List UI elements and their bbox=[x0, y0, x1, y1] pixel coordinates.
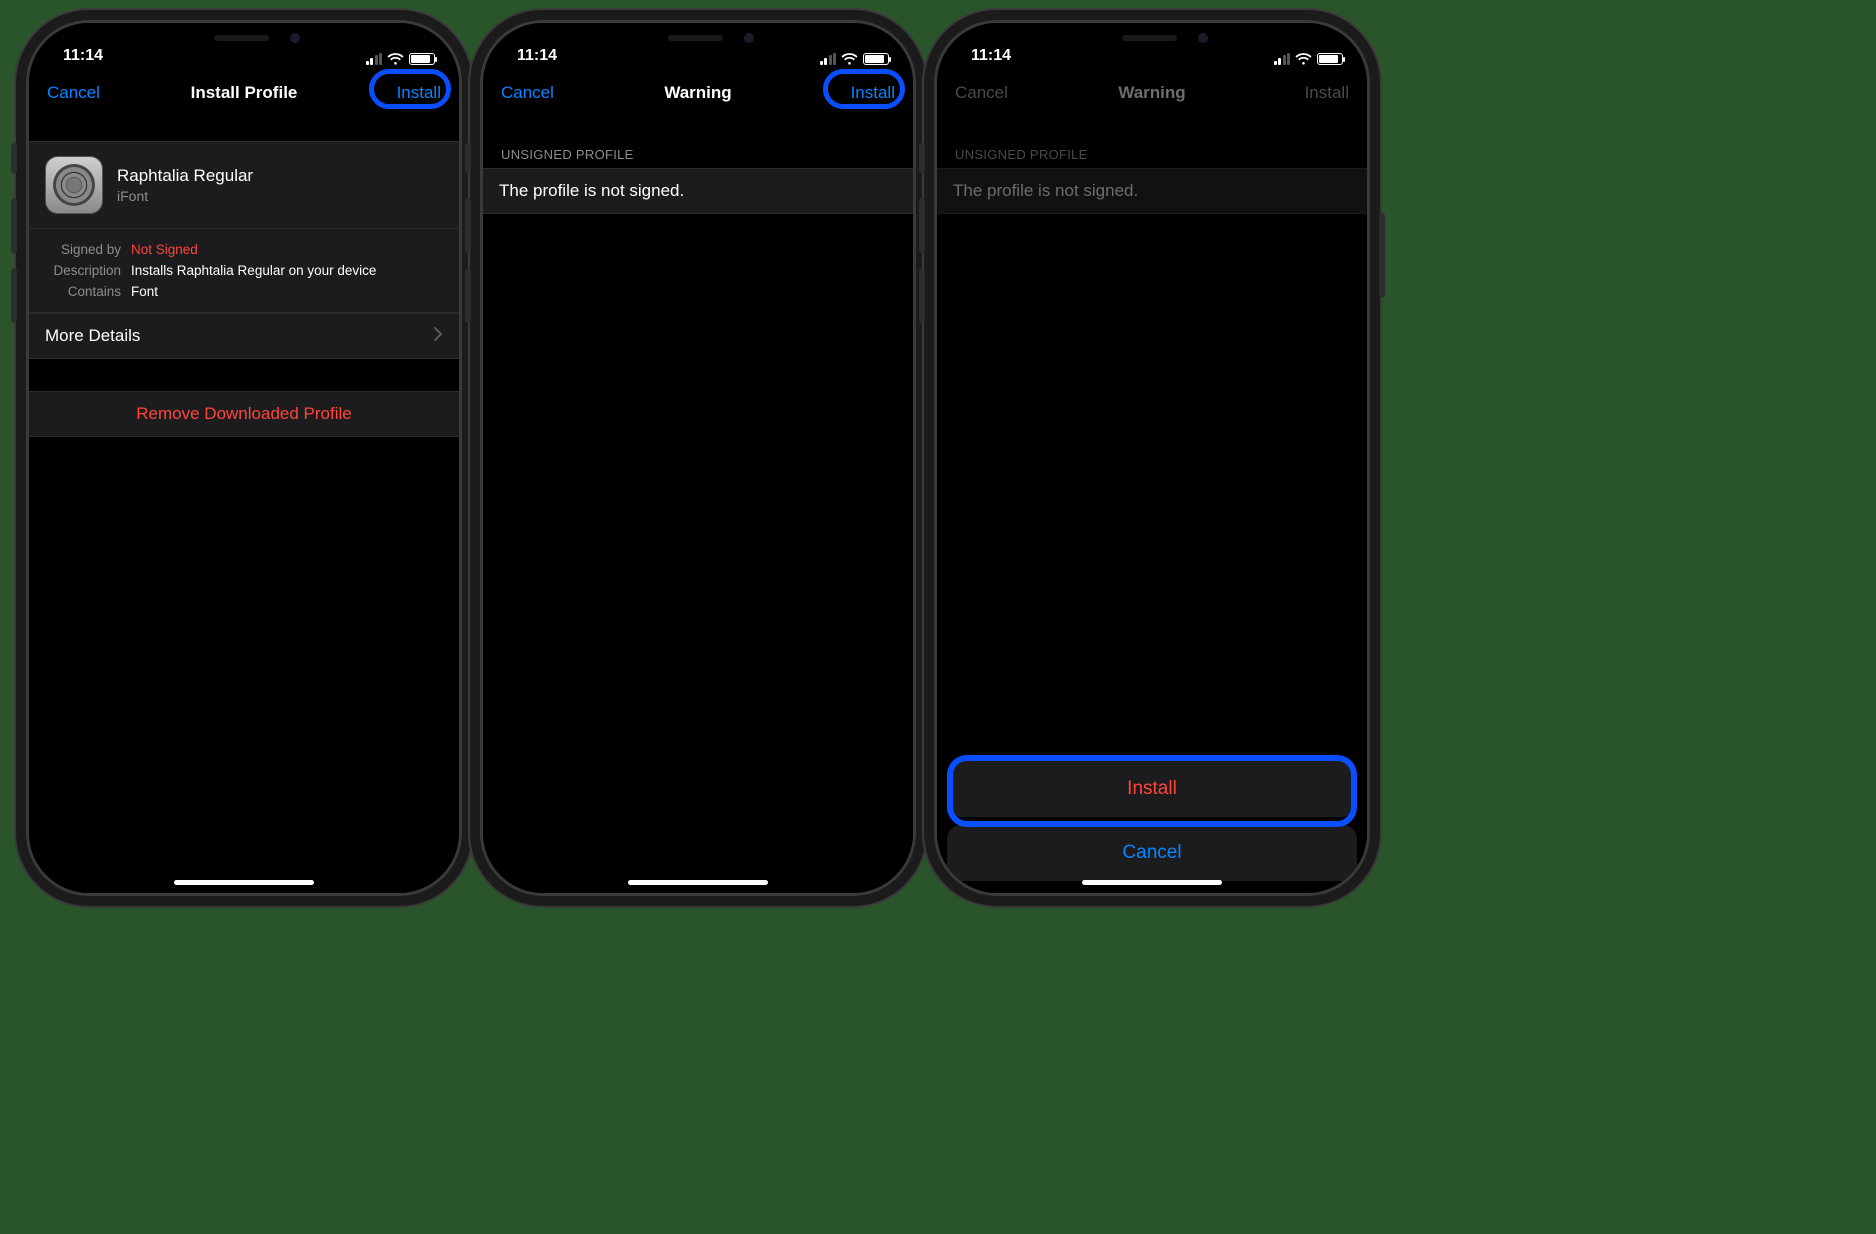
wifi-icon bbox=[841, 53, 858, 65]
contains-value: Font bbox=[131, 284, 158, 299]
home-indicator[interactable] bbox=[628, 880, 768, 885]
install-button: Install bbox=[1279, 83, 1349, 103]
cellular-icon bbox=[1274, 53, 1291, 65]
volume-down-button[interactable] bbox=[11, 268, 17, 323]
volume-up-button[interactable] bbox=[465, 198, 471, 253]
phone-frame-1: 11:14 Cancel Install Profile Install Rap… bbox=[29, 23, 459, 893]
cellular-icon bbox=[820, 53, 837, 65]
nav-bar: Cancel Warning Install bbox=[937, 67, 1367, 119]
contains-label: Contains bbox=[45, 284, 131, 299]
section-header: UNSIGNED PROFILE bbox=[937, 129, 1367, 168]
cellular-icon bbox=[366, 53, 383, 65]
power-button[interactable] bbox=[471, 213, 477, 298]
chevron-right-icon bbox=[434, 326, 443, 346]
status-time: 11:14 bbox=[507, 47, 567, 65]
notch bbox=[144, 23, 344, 53]
section-header: UNSIGNED PROFILE bbox=[483, 129, 913, 168]
signed-by-value: Not Signed bbox=[131, 242, 198, 257]
notch bbox=[1052, 23, 1252, 53]
unsigned-message-cell: The profile is not signed. bbox=[937, 168, 1367, 214]
sheet-cancel-button[interactable]: Cancel bbox=[947, 825, 1357, 881]
signed-by-label: Signed by bbox=[45, 242, 131, 257]
battery-icon bbox=[1317, 53, 1343, 65]
status-time: 11:14 bbox=[961, 47, 1021, 65]
sheet-install-button[interactable]: Install bbox=[947, 761, 1357, 817]
profile-title: Raphtalia Regular bbox=[117, 166, 253, 186]
mute-switch[interactable] bbox=[465, 143, 471, 173]
settings-icon bbox=[45, 156, 103, 214]
mute-switch[interactable] bbox=[919, 143, 925, 173]
more-details-label: More Details bbox=[45, 326, 140, 346]
cancel-button[interactable]: Cancel bbox=[47, 83, 117, 103]
install-button[interactable]: Install bbox=[825, 83, 895, 103]
cancel-button: Cancel bbox=[955, 83, 1025, 103]
home-indicator[interactable] bbox=[1082, 880, 1222, 885]
description-value: Installs Raphtalia Regular on your devic… bbox=[131, 263, 376, 278]
nav-title: Warning bbox=[1118, 83, 1185, 103]
cancel-button[interactable]: Cancel bbox=[501, 83, 571, 103]
battery-icon bbox=[863, 53, 889, 65]
status-time: 11:14 bbox=[53, 47, 113, 65]
phone-frame-2: 11:14 Cancel Warning Install UNSIGNED PR… bbox=[483, 23, 913, 893]
notch bbox=[598, 23, 798, 53]
profile-meta: Signed by Not Signed Description Install… bbox=[29, 229, 459, 313]
nav-bar: Cancel Warning Install bbox=[483, 67, 913, 119]
wifi-icon bbox=[1295, 53, 1312, 65]
unsigned-message-cell: The profile is not signed. bbox=[483, 168, 913, 214]
phone-frame-3: 11:14 Cancel Warning Install UNSIGNED PR… bbox=[937, 23, 1367, 893]
more-details-cell[interactable]: More Details bbox=[29, 313, 459, 359]
wifi-icon bbox=[387, 53, 404, 65]
power-button[interactable] bbox=[925, 213, 931, 298]
volume-down-button[interactable] bbox=[919, 268, 925, 323]
profile-subtitle: iFont bbox=[117, 188, 253, 204]
volume-down-button[interactable] bbox=[465, 268, 471, 323]
mute-switch[interactable] bbox=[11, 143, 17, 173]
profile-summary-cell: Raphtalia Regular iFont bbox=[29, 141, 459, 229]
nav-title: Install Profile bbox=[191, 83, 298, 103]
volume-up-button[interactable] bbox=[11, 198, 17, 253]
description-label: Description bbox=[45, 263, 131, 278]
nav-title: Warning bbox=[664, 83, 731, 103]
power-button[interactable] bbox=[1379, 213, 1385, 298]
volume-up-button[interactable] bbox=[919, 198, 925, 253]
action-sheet: Install Cancel bbox=[947, 753, 1357, 881]
home-indicator[interactable] bbox=[174, 880, 314, 885]
install-button[interactable]: Install bbox=[371, 83, 441, 103]
battery-icon bbox=[409, 53, 435, 65]
nav-bar: Cancel Install Profile Install bbox=[29, 67, 459, 119]
remove-profile-button[interactable]: Remove Downloaded Profile bbox=[29, 391, 459, 437]
